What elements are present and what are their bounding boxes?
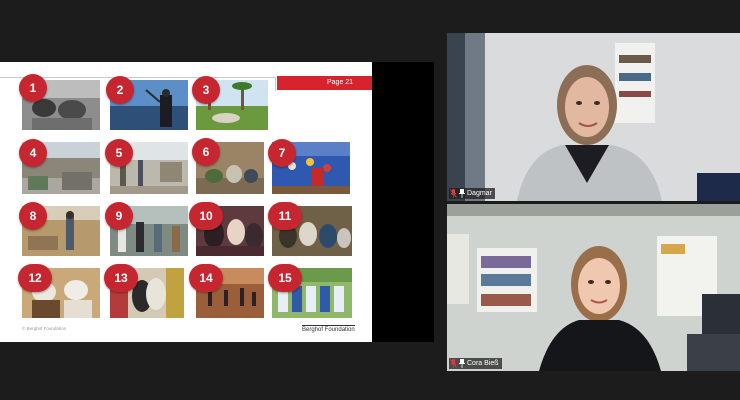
photo-number-badge: 3 <box>192 76 220 104</box>
photo-number-badge: 15 <box>268 264 302 292</box>
participant-video <box>447 204 740 371</box>
photo-number-badge: 13 <box>104 264 138 292</box>
slide-footer-logo: Berghof Foundation <box>302 325 355 333</box>
participant-name: Dagmar <box>467 190 492 197</box>
photo-number-badge: 1 <box>19 74 47 102</box>
participant-video-tile[interactable]: Dagmar <box>447 33 740 201</box>
participant-name-label: Dagmar <box>449 188 495 199</box>
muted-mic-icon <box>450 359 457 368</box>
photo-number-badge: 7 <box>268 139 296 167</box>
photo-number-badge: 10 <box>189 202 223 230</box>
photo-number-badge: 6 <box>192 138 220 166</box>
photo-number-badge: 2 <box>106 76 134 104</box>
participant-video <box>447 33 740 201</box>
presentation-slide: Page 21 1 2 3 4 5 6 7 8 9 10 11 12 13 14… <box>0 62 372 342</box>
participant-name-label: Cora Bieß <box>449 358 502 369</box>
pin-icon[interactable] <box>459 359 465 368</box>
photo-number-badge: 9 <box>105 202 133 230</box>
photo-number-badge: 5 <box>105 139 133 167</box>
photo-number-badge: 4 <box>19 139 47 167</box>
photo-number-badge: 11 <box>268 202 302 230</box>
muted-mic-icon <box>450 189 457 198</box>
shared-screen[interactable]: Page 21 1 2 3 4 5 6 7 8 9 10 11 12 13 14… <box>0 62 434 342</box>
photo-number-badge: 14 <box>189 264 223 292</box>
photo-number-badge: 8 <box>19 202 47 230</box>
photo-number-badge: 12 <box>18 264 52 292</box>
page-number-tab: Page 21 <box>277 76 372 90</box>
participant-name: Cora Bieß <box>467 360 499 367</box>
pin-icon[interactable] <box>459 189 465 198</box>
video-call-window: Page 21 1 2 3 4 5 6 7 8 9 10 11 12 13 14… <box>0 0 740 400</box>
participant-video-tile[interactable]: Cora Bieß <box>447 204 740 371</box>
slide-footer-copyright: © Berghof Foundation <box>22 326 67 331</box>
